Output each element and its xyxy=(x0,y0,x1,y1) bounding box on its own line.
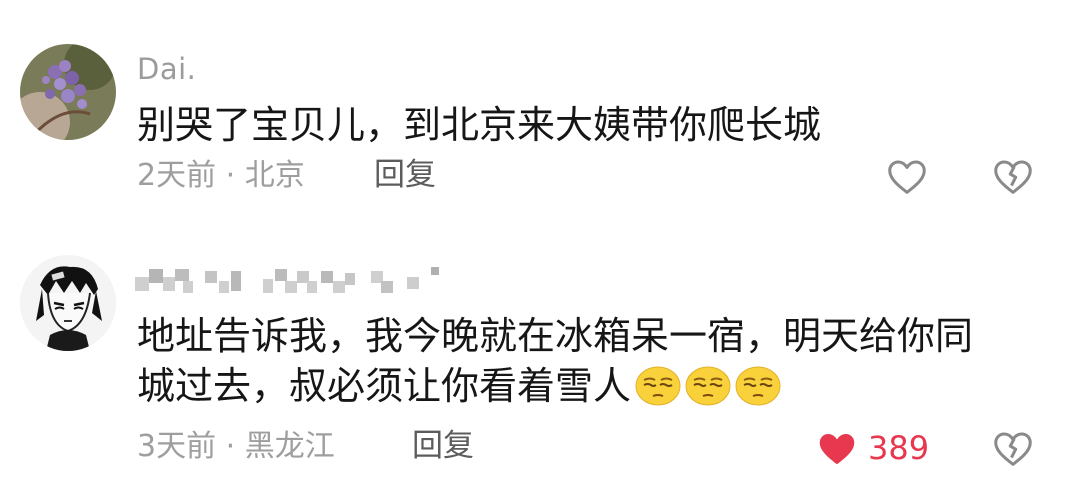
smirk-emoji-icon xyxy=(635,366,681,418)
comment-time: 2天前 xyxy=(137,158,217,193)
reply-button[interactable]: 回复 xyxy=(412,431,474,462)
reply-button[interactable]: 回复 xyxy=(374,160,436,191)
comment-time: 3天前 xyxy=(137,429,217,464)
obscured-username[interactable] xyxy=(135,263,455,307)
comment-text: 别哭了宝贝儿，到北京来大姨带你爬长城 xyxy=(137,100,821,150)
lilac-flowers-avatar-icon xyxy=(20,44,116,140)
username[interactable]: Dai. xyxy=(137,55,196,84)
comment-meta: 3天前 · 黑龙江 xyxy=(137,432,335,462)
heart-outline-icon xyxy=(888,160,926,194)
comment-item: 地址告诉我，我今晚就在冰箱呆一宿，明天给你同 城过去，叔必须让你看着雪人 3天前… xyxy=(0,225,1080,490)
comment-text-line-content: 城过去，叔必须让你看着雪人 xyxy=(137,364,632,408)
like-button[interactable] xyxy=(884,153,938,199)
meta-separator: · xyxy=(216,158,245,193)
broken-heart-icon xyxy=(994,432,1032,466)
smirk-emoji-icon xyxy=(735,366,781,418)
anime-character-avatar-icon xyxy=(20,255,116,351)
dislike-button[interactable] xyxy=(990,153,1036,203)
smirk-emoji-icon xyxy=(685,366,731,418)
avatar[interactable] xyxy=(20,255,116,351)
comment-text-line: 别哭了宝贝儿，到北京来大姨带你爬长城 xyxy=(137,103,822,147)
comment-text-line: 地址告诉我，我今晚就在冰箱呆一宿，明天给你同 xyxy=(137,314,974,358)
like-button[interactable]: 389 xyxy=(814,425,929,471)
meta-separator: · xyxy=(216,429,245,464)
comment-location: 黑龙江 xyxy=(244,429,335,464)
comment-item: Dai. 别哭了宝贝儿，到北京来大姨带你爬长城 2天前 · 北京 回复 xyxy=(0,0,1080,225)
comment-text: 地址告诉我，我今晚就在冰箱呆一宿，明天给你同 城过去，叔必须让你看着雪人 xyxy=(137,311,973,418)
broken-heart-icon xyxy=(994,160,1032,194)
dislike-button[interactable] xyxy=(990,425,1036,475)
like-count: 389 xyxy=(868,429,930,467)
avatar[interactable] xyxy=(20,44,116,140)
comment-meta: 2天前 · 北京 xyxy=(137,161,305,191)
comment-location: 北京 xyxy=(244,158,305,193)
comment-text-line: 城过去，叔必须让你看着雪人 xyxy=(137,361,973,418)
heart-filled-icon xyxy=(819,434,855,465)
